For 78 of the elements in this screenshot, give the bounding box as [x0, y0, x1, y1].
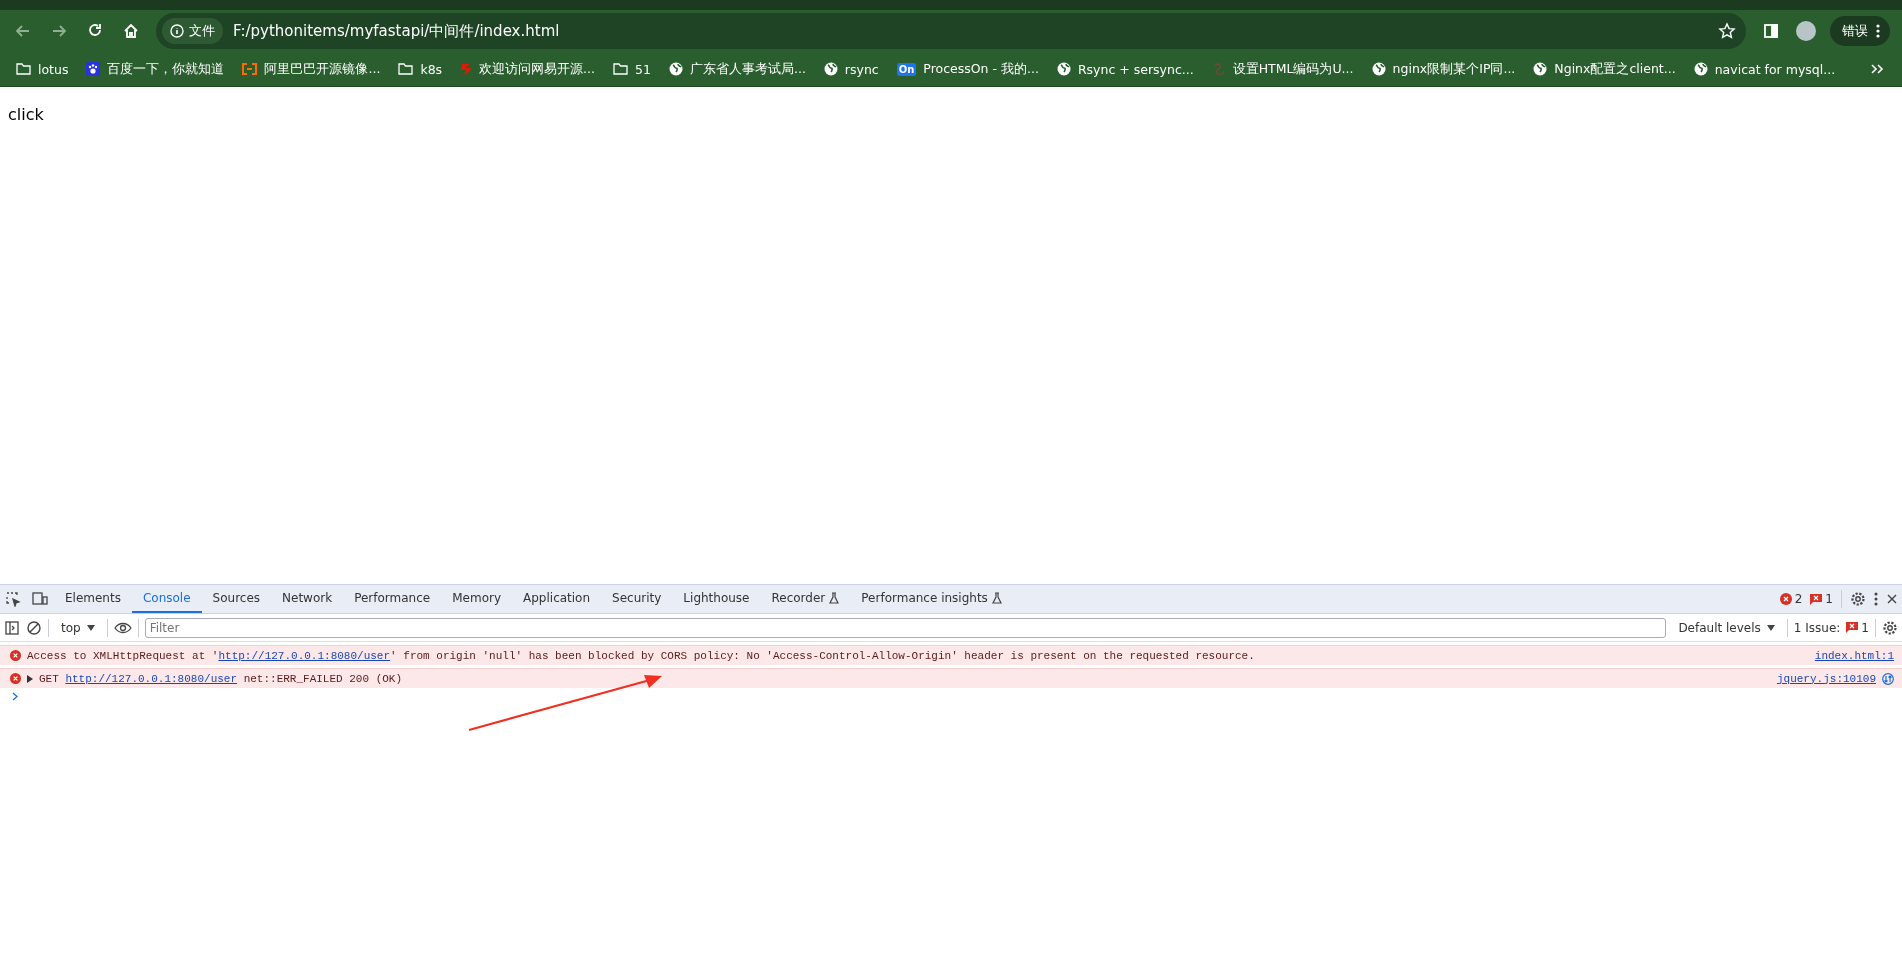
- folder-icon: [398, 63, 414, 75]
- devtools-tab[interactable]: Memory: [441, 585, 512, 613]
- url-link[interactable]: http://127.0.0.1:8080/user: [65, 672, 238, 685]
- devtools-tab[interactable]: Sources: [201, 585, 272, 613]
- error-icon: [10, 673, 21, 684]
- address-bar[interactable]: 文件 F:/pythonitems/myfastapi/中间件/index.html: [156, 13, 1746, 49]
- globe-icon: [668, 62, 683, 76]
- flask-icon: [829, 592, 840, 604]
- globe-icon: [1056, 62, 1071, 76]
- eye-icon[interactable]: [113, 621, 132, 634]
- info-icon: [170, 24, 184, 38]
- levels-select[interactable]: Default levels: [1672, 620, 1781, 635]
- devtools-tab[interactable]: Application: [512, 585, 602, 613]
- settings-icon[interactable]: [1882, 619, 1898, 636]
- globe-icon: [823, 62, 838, 76]
- bookmark[interactable]: 百度一下，你就知道: [78, 57, 233, 81]
- bookmark[interactable]: rsync: [815, 58, 887, 80]
- network-icon[interactable]: [1882, 672, 1894, 685]
- console-message: GET http://127.0.0.1:8080/user net::ERR_FAILED 200 (OK): [39, 672, 404, 685]
- globe-icon: [1533, 62, 1548, 76]
- bookmark[interactable]: 欢迎访问网易开源...: [452, 57, 604, 81]
- bookmark[interactable]: 广东省人事考试局...: [660, 57, 814, 81]
- star-icon[interactable]: [1718, 22, 1736, 40]
- on-icon: On: [896, 62, 917, 76]
- issue-count[interactable]: 1: [1810, 592, 1833, 606]
- bookmark[interactable]: 阿里巴巴开源镜像...: [234, 57, 389, 81]
- bookmark[interactable]: Rsync + sersync...: [1048, 58, 1202, 80]
- devtools-tab[interactable]: Elements: [54, 585, 132, 613]
- url-link[interactable]: http://127.0.0.1:8080/user: [218, 649, 391, 662]
- more-icon[interactable]: [1874, 592, 1878, 606]
- issues-label: 1 Issue:: [1793, 620, 1841, 635]
- folder-icon: [16, 63, 31, 75]
- bookmark[interactable]: Nginx配置之client...: [1525, 57, 1684, 81]
- caret-icon: [86, 624, 95, 631]
- devtools-tab[interactable]: Recorder: [760, 585, 851, 613]
- inspect-icon[interactable]: [5, 591, 21, 607]
- flask-icon: [991, 592, 1002, 604]
- bookmark[interactable]: On ProcessOn - 我的...: [888, 57, 1047, 81]
- sidebar-toggle-icon[interactable]: [4, 619, 20, 636]
- devtools-tab[interactable]: Performance: [343, 585, 442, 613]
- page-text: click: [8, 105, 44, 124]
- devtools-tab[interactable]: Security: [601, 585, 673, 613]
- devtools-tab[interactable]: Console: [131, 585, 202, 613]
- profile-chip[interactable]: 错误: [1830, 16, 1890, 46]
- caret-icon: [1766, 624, 1775, 631]
- context-select[interactable]: top: [55, 620, 101, 635]
- clear-icon[interactable]: [26, 619, 42, 636]
- url-text: F:/pythonitems/myfastapi/中间件/index.html: [233, 21, 561, 41]
- settings-icon[interactable]: [1850, 591, 1866, 607]
- bookmark[interactable]: navicat for mysql...: [1685, 58, 1844, 80]
- bracket-icon: [242, 63, 258, 75]
- issues-badge[interactable]: 1: [1846, 620, 1869, 635]
- globe-icon: [1693, 62, 1708, 76]
- bookmark[interactable]: k8s: [390, 58, 451, 80]
- prompt-icon[interactable]: [12, 692, 18, 701]
- source-link[interactable]: index.html:1: [1814, 649, 1894, 662]
- error-icon: [10, 650, 21, 661]
- close-icon[interactable]: [1886, 593, 1898, 605]
- bookmark[interactable]: 设置HTML编码为U...: [1203, 57, 1362, 81]
- bookmark[interactable]: nginx限制某个IP同...: [1363, 57, 1524, 81]
- console-message: Access to XMLHttpRequest at 'http://127.0.0.1:8080/user' from origin 'null' has been blocked by CORS policy: No 'Access-Control-Allow-Origin' header is present on the requested resource.: [27, 649, 1256, 662]
- bookmark[interactable]: lotus: [8, 58, 77, 80]
- error-count[interactable]: 2: [1779, 592, 1803, 606]
- site-info-chip[interactable]: 文件: [162, 18, 223, 44]
- swirl-icon: [1211, 62, 1226, 76]
- folder-icon: [613, 63, 629, 75]
- devtools-tab[interactable]: Network: [271, 585, 344, 613]
- paw-icon: [86, 62, 101, 76]
- more-icon: [1876, 24, 1880, 38]
- globe-icon: [1371, 62, 1386, 76]
- filter-field[interactable]: Filter: [144, 617, 1667, 638]
- devtools-tab[interactable]: Performance insights: [850, 585, 1013, 613]
- bookmark[interactable]: 51: [605, 58, 659, 80]
- source-link[interactable]: jquery.js:10109: [1776, 672, 1876, 685]
- avatar[interactable]: [1796, 21, 1816, 41]
- devtools-tab[interactable]: Lighthouse: [672, 585, 761, 613]
- device-icon[interactable]: [31, 591, 49, 607]
- expand-icon[interactable]: [27, 674, 33, 683]
